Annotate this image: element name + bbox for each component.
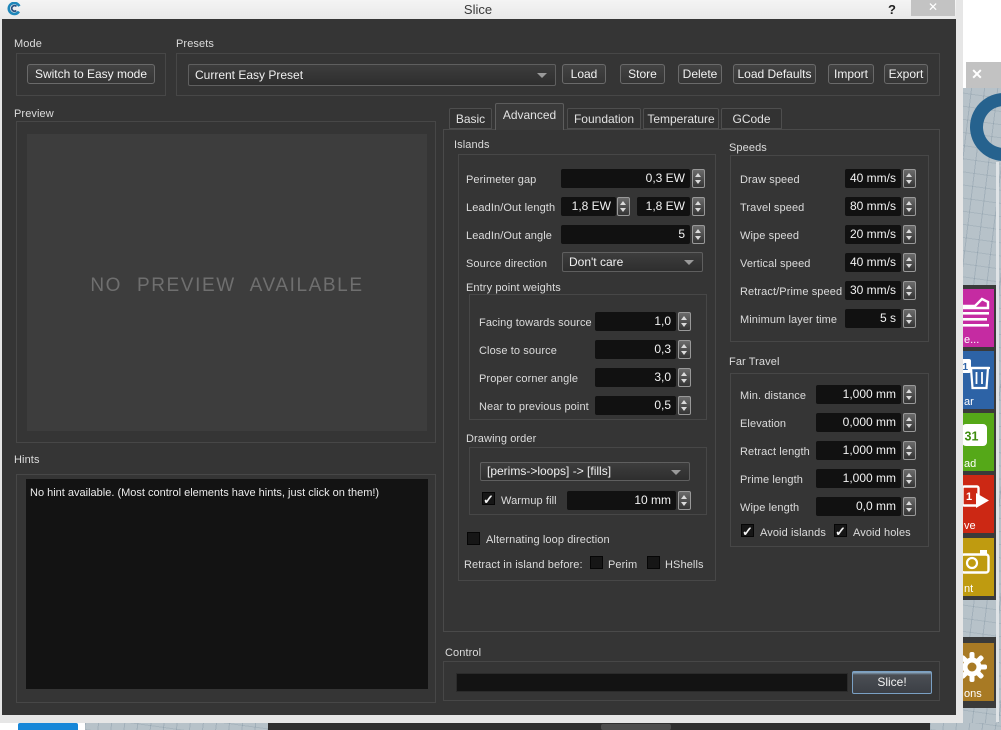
svg-text:31: 31 <box>965 430 979 444</box>
svg-text:1: 1 <box>966 491 972 503</box>
svg-text:1: 1 <box>963 362 969 373</box>
